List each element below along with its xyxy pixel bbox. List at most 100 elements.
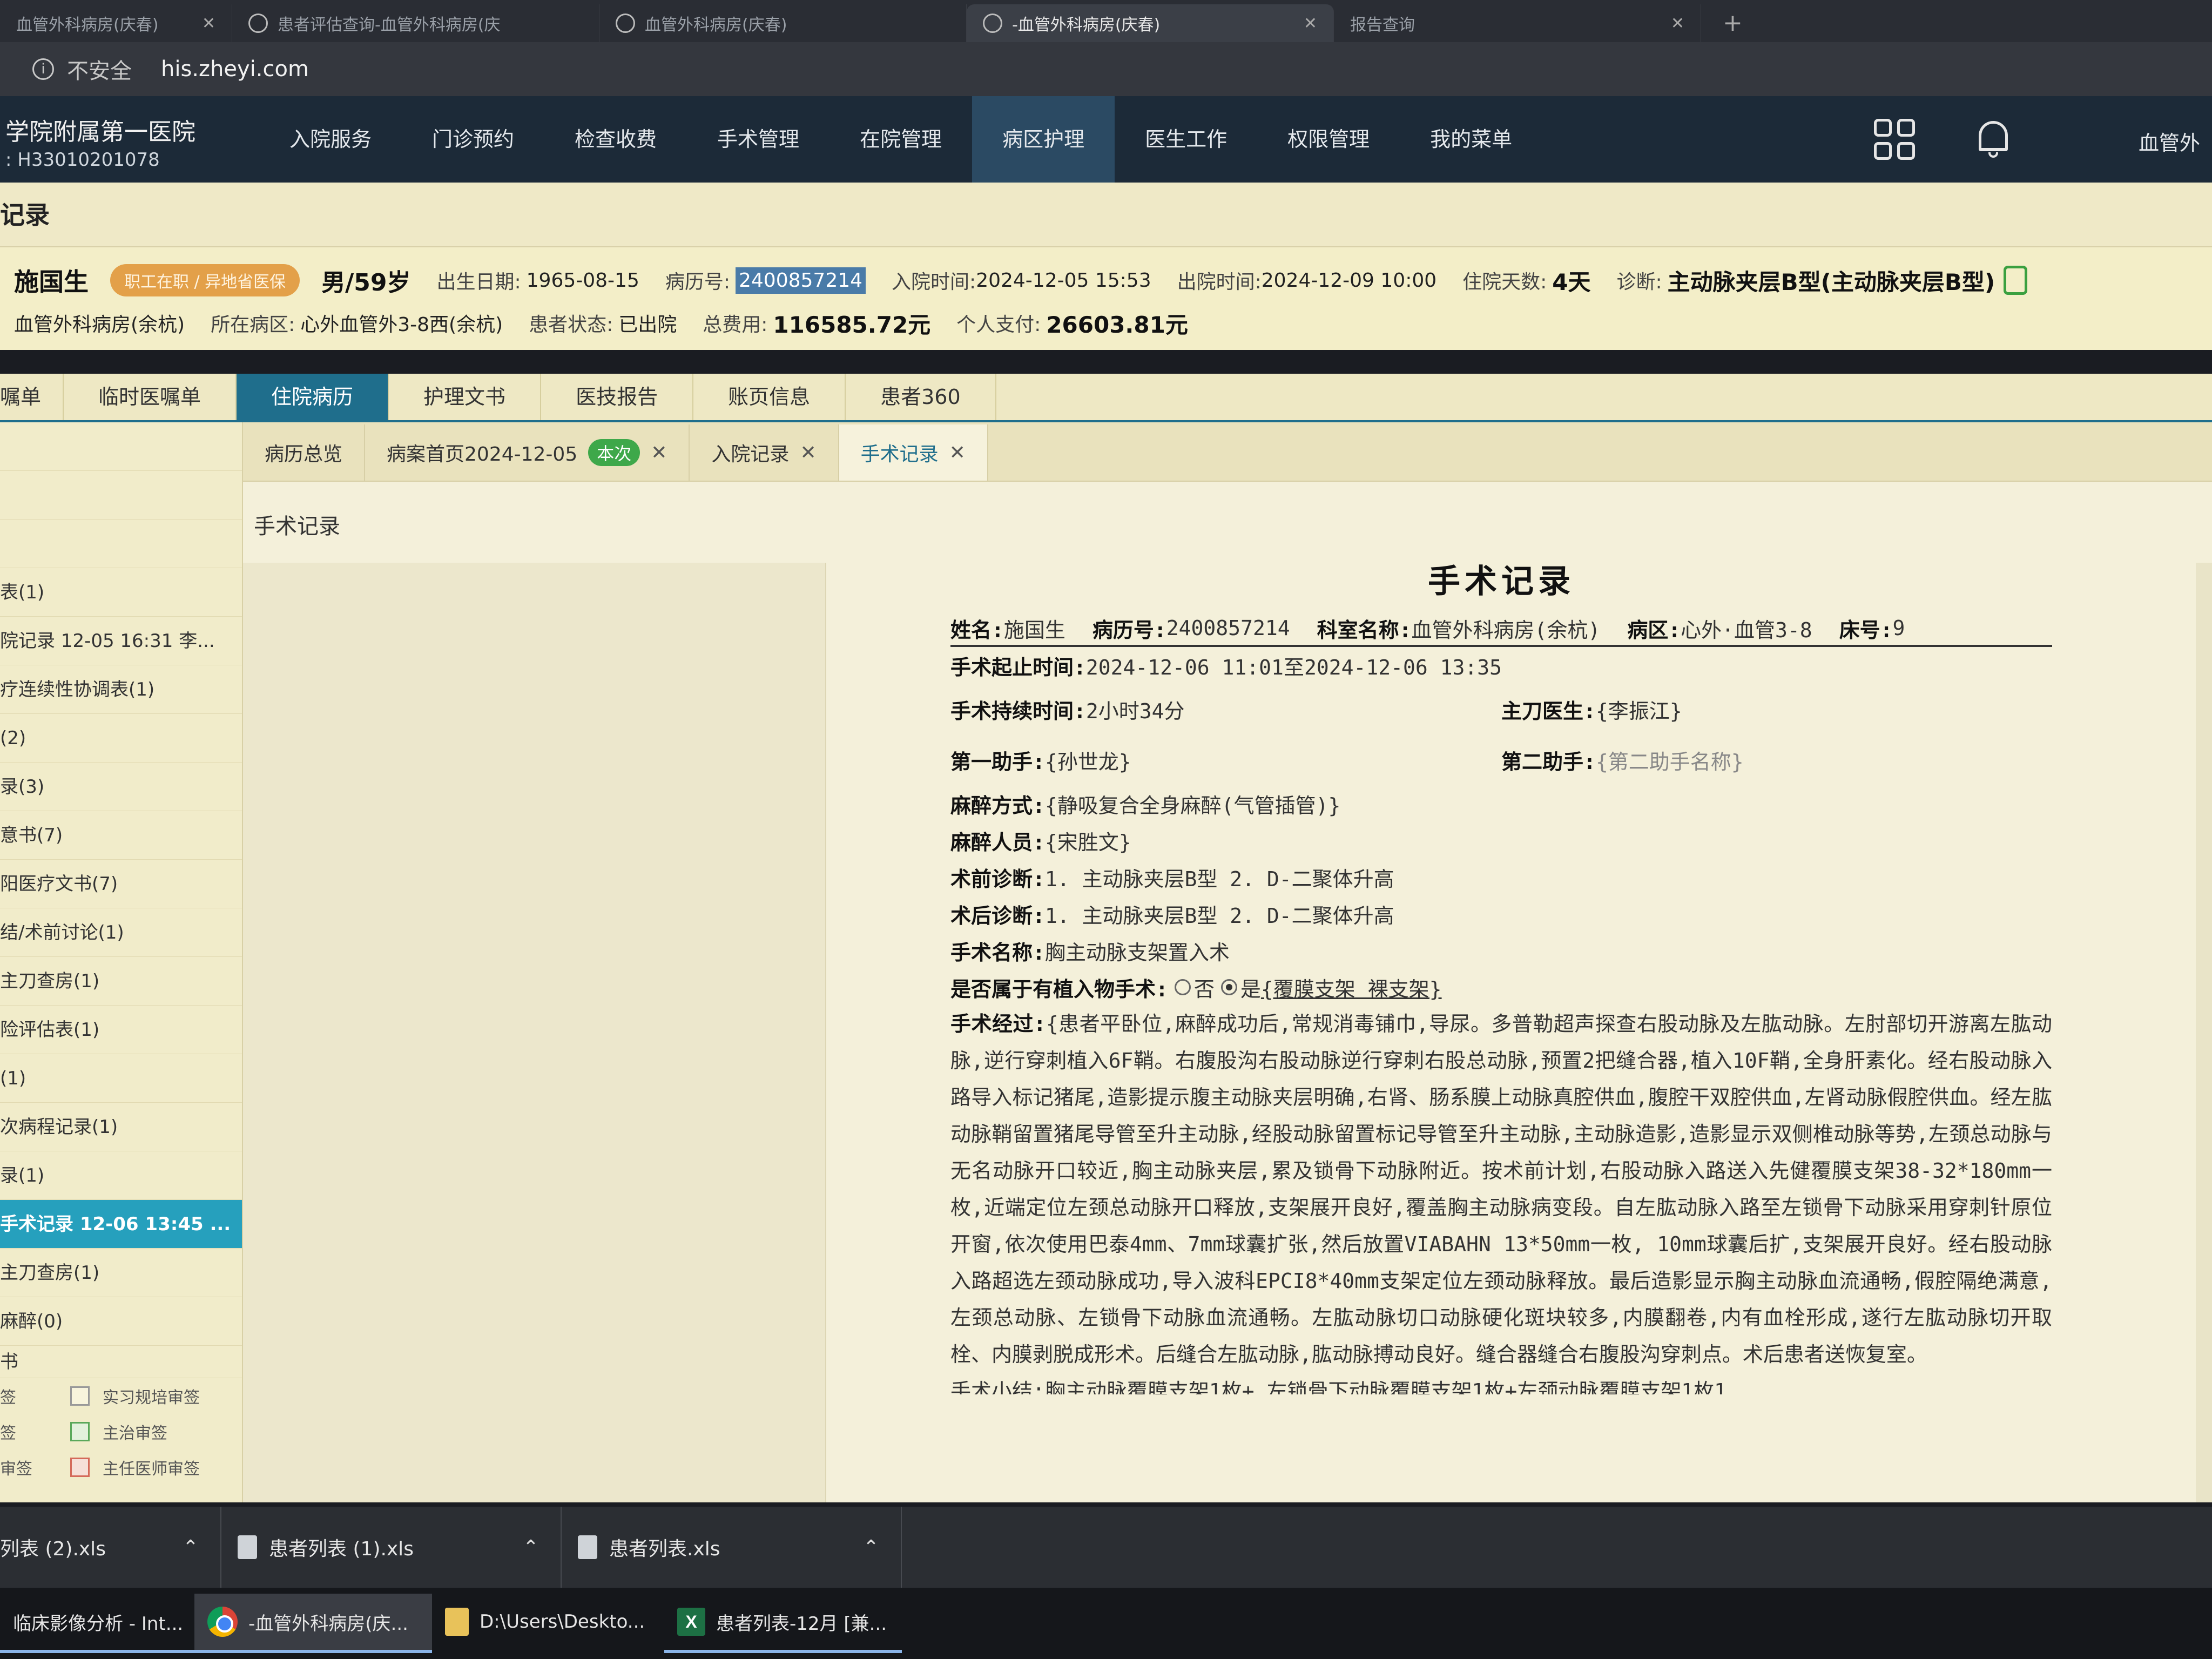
- sidebar-item[interactable]: 主刀查房(1): [0, 1249, 242, 1297]
- hospital-name: 学院附属第一医院: [5, 118, 195, 146]
- assist1-label: 第一助手:: [950, 750, 1045, 774]
- process-text[interactable]: {患者平卧位,麻醉成功后,常规消毒铺巾,导尿。多普勒超声探查右股动脉及左肱动脉。…: [950, 1012, 2052, 1366]
- close-icon[interactable]: ✕: [202, 14, 215, 33]
- tab-nursing-docs[interactable]: 护理文书: [389, 374, 542, 420]
- diagnosis-label: 诊断:: [1616, 271, 1662, 293]
- close-icon[interactable]: ✕: [800, 442, 816, 464]
- sidebar-item[interactable]: 录(1): [0, 1151, 242, 1200]
- user-name[interactable]: 血管外: [2139, 126, 2200, 156]
- close-icon[interactable]: ✕: [651, 442, 667, 464]
- pre-diag-value: 1. 主动脉夹层B型 2. D-二聚体升高: [1044, 867, 1394, 891]
- assist2-value[interactable]: {第二助手名称}: [1596, 745, 1744, 775]
- tab-title: 患者评估查询-血管外科病房(庆: [278, 16, 501, 35]
- sidebar-item[interactable]: [0, 471, 242, 520]
- patient-info: 施国生 职工在职 / 异地省医保 男/59岁 出生日期: 1965-08-15 …: [0, 247, 2212, 350]
- taskbar-item-folder[interactable]: D:\Users\Deskto...: [432, 1594, 664, 1653]
- anes-method-value[interactable]: {静吸复合全身麻醉(气管插管)}: [1045, 789, 1341, 819]
- nav-permissions[interactable]: 权限管理: [1257, 96, 1400, 183]
- nav-my-menu[interactable]: 我的菜单: [1400, 96, 1542, 183]
- subtab-overview[interactable]: 病历总览: [243, 424, 366, 481]
- address-bar[interactable]: i 不安全 his.zheyi.com: [0, 42, 2212, 96]
- taskbar-label: 临床影像分析 - Int...: [13, 1613, 184, 1635]
- main-tabs: 嘱单 临时医嘱单 住院病历 护理文书 医技报告 账页信息 患者360: [0, 374, 2212, 422]
- nav-inpatient[interactable]: 在院管理: [830, 96, 972, 183]
- sidebar-item[interactable]: 意书(7): [0, 811, 242, 860]
- anes-person-value[interactable]: {宋胜文}: [1045, 826, 1131, 855]
- tab-orders[interactable]: 嘱单: [0, 374, 64, 420]
- close-icon[interactable]: ✕: [1304, 14, 1317, 33]
- legend-left: 签: [0, 1424, 16, 1443]
- close-icon[interactable]: ✕: [949, 442, 966, 464]
- surgeon-value[interactable]: {李振江}: [1596, 694, 1682, 724]
- apps-grid-icon[interactable]: [1874, 119, 1915, 160]
- download-item[interactable]: 患者列表 (1).xls ⌃: [221, 1507, 562, 1588]
- stethoscope-icon[interactable]: [2004, 266, 2028, 295]
- section-title: 手术记录: [254, 514, 340, 539]
- implant-no-radio[interactable]: [1174, 979, 1191, 995]
- sidebar-item[interactable]: [0, 520, 242, 568]
- sidebar-item[interactable]: 险评估表(1): [0, 1006, 242, 1054]
- nav-outpatient[interactable]: 门诊预约: [402, 96, 544, 183]
- op-name-value: 胸主动脉支架置入术: [1044, 940, 1230, 965]
- tab-temp-orders[interactable]: 临时医嘱单: [64, 374, 237, 420]
- implant-yes-radio[interactable]: [1220, 979, 1237, 995]
- sidebar-item[interactable]: 结/术前讨论(1): [0, 908, 242, 957]
- nav-ward-nursing[interactable]: 病区护理: [972, 96, 1115, 183]
- assist1-value[interactable]: {孙世龙}: [1045, 745, 1131, 775]
- implant-value[interactable]: {覆膜支架 裸支架}: [1261, 973, 1442, 1002]
- sidebar-item[interactable]: 书: [0, 1346, 242, 1378]
- sidebar-item[interactable]: 主刀查房(1): [0, 957, 242, 1006]
- record-no-value[interactable]: 2400857214: [736, 267, 866, 294]
- nav-doctor[interactable]: 医生工作: [1115, 96, 1257, 183]
- download-item[interactable]: 列表 (2).xls ⌃: [0, 1507, 221, 1588]
- subtab-surgery-record[interactable]: 手术记录 ✕: [839, 424, 988, 481]
- info-icon[interactable]: i: [32, 58, 54, 80]
- sidebar-item[interactable]: 录(3): [0, 763, 242, 811]
- nav-exam-billing[interactable]: 检查收费: [544, 96, 687, 183]
- taskbar-item-excel[interactable]: X 患者列表-12月 [兼...: [664, 1594, 902, 1653]
- tab-patient-360[interactable]: 患者360: [846, 374, 996, 420]
- sidebar-item[interactable]: [0, 422, 242, 471]
- sidebar-item[interactable]: 麻醉(0): [0, 1297, 242, 1346]
- browser-tab[interactable]: 血管外科病房(庆春) ✕: [0, 4, 232, 42]
- sidebar-item-surgery-record[interactable]: 手术记录 12-06 13:45 ...: [0, 1200, 242, 1249]
- download-item[interactable]: 患者列表.xls ⌃: [562, 1507, 902, 1588]
- subtab-front-page[interactable]: 病案首页2024-12-05 本次 ✕: [365, 424, 690, 481]
- legend-label: 主任医师审签: [103, 1460, 200, 1479]
- nav-admission[interactable]: 入院服务: [259, 96, 402, 183]
- sidebar-item[interactable]: (2): [0, 714, 242, 763]
- browser-tab[interactable]: 患者评估查询-血管外科病房(庆: [232, 4, 599, 42]
- anes-method-label: 麻醉方式:: [950, 793, 1045, 818]
- chevron-up-icon[interactable]: ⌃: [183, 1536, 199, 1559]
- new-tab-button[interactable]: +: [1701, 4, 1764, 42]
- close-icon[interactable]: ✕: [1671, 14, 1684, 33]
- status-value: 已出院: [618, 314, 677, 336]
- sidebar-item[interactable]: 疗连续性协调表(1): [0, 665, 242, 714]
- patient-name: 施国生: [14, 267, 89, 296]
- sidebar-item[interactable]: (1): [0, 1054, 242, 1103]
- bell-icon[interactable]: [1974, 119, 2012, 160]
- browser-tab[interactable]: 血管外科病房(庆春): [599, 4, 967, 42]
- url-text[interactable]: his.zheyi.com: [161, 57, 309, 82]
- ward-label: 所在病区:: [211, 314, 295, 336]
- legend-row: 签 实习规培审签: [0, 1378, 242, 1414]
- browser-tab[interactable]: 报告查询 ✕: [707, 4, 1701, 90]
- sidebar-item[interactable]: 次病程记录(1): [0, 1103, 242, 1151]
- scrollbar[interactable]: [2196, 563, 2212, 1502]
- tab-billing[interactable]: 账页信息: [693, 374, 846, 420]
- taskbar-item-chrome[interactable]: -血管外科病房(庆...: [194, 1594, 432, 1653]
- days-value: 4天: [1552, 268, 1591, 295]
- sidebar-item[interactable]: 院记录 12-05 16:31 李...: [0, 617, 242, 665]
- status-label: 患者状态:: [529, 314, 613, 336]
- subtab-admission-record[interactable]: 入院记录 ✕: [690, 424, 839, 481]
- nav-surgery[interactable]: 手术管理: [687, 96, 830, 183]
- chevron-up-icon[interactable]: ⌃: [523, 1536, 539, 1559]
- browser-tab-active[interactable]: -血管外科病房(庆春) ✕: [967, 4, 1334, 42]
- chevron-up-icon[interactable]: ⌃: [863, 1536, 879, 1559]
- tab-inpatient-records[interactable]: 住院病历: [237, 374, 389, 420]
- sidebar-item[interactable]: 阳医疗文书(7): [0, 860, 242, 908]
- taskbar-item[interactable]: 临床影像分析 - Int...: [0, 1594, 194, 1653]
- tab-title: -血管外科病房(庆春): [1012, 16, 1161, 35]
- sidebar-item[interactable]: 表(1): [0, 568, 242, 617]
- tab-tech-reports[interactable]: 医技报告: [541, 374, 694, 420]
